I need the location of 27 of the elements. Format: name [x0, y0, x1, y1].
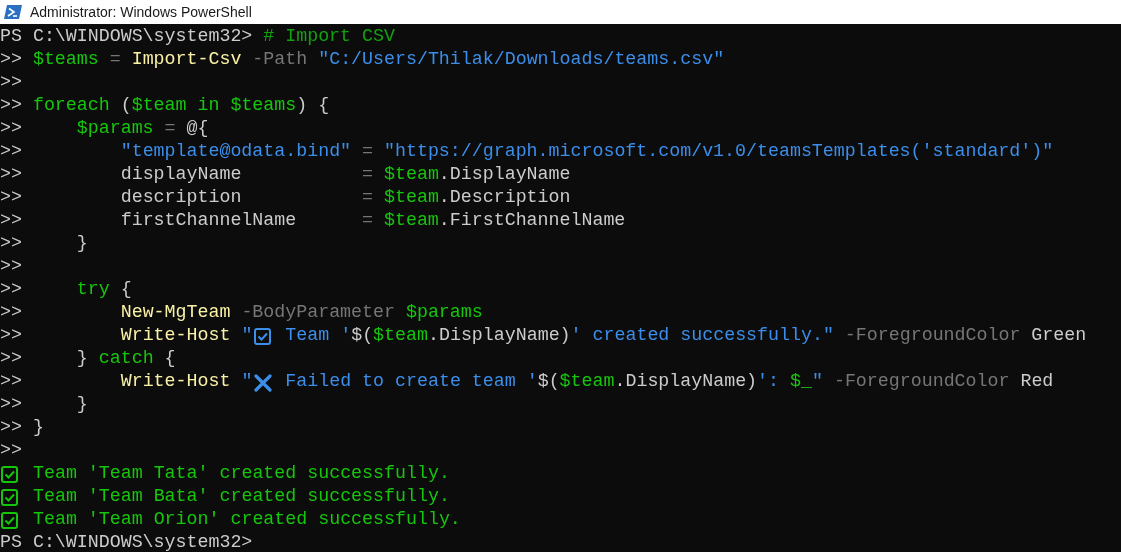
code-text: Team 'Team Orion' created successfully.	[31, 508, 461, 531]
code-text: >> try {	[0, 278, 132, 301]
code-text: >> description = $team.Description	[0, 186, 571, 209]
code-text: >> }	[0, 393, 88, 416]
code-text: >> foreach ($team in $teams) {	[0, 94, 330, 117]
code-text: Team 'Team Tata' created successfully.	[31, 462, 450, 485]
code-text: PS C:\WINDOWS\system32>	[0, 531, 253, 552]
code-text: >> } catch {	[0, 347, 176, 370]
code-text: >> }	[0, 232, 88, 255]
code-text: >>	[0, 439, 22, 462]
code-text: >>	[0, 255, 22, 278]
code-text: Failed to create team '$($team.DisplayName)': $_" -ForegroundColor Red	[284, 370, 1054, 393]
code-text: >> $teams = Import-Csv -Path "C:/Users/Thilak/Downloads/teams.csv"	[0, 48, 725, 71]
powershell-icon	[4, 4, 22, 20]
code-text: Team '$($team.DisplayName)' created successfully." -ForegroundColor Green	[284, 324, 1087, 347]
code-text: >> "template@odata.bind" = "https://graph.microsoft.com/v1.0/teamsTemplates('standard')"	[0, 140, 1054, 163]
code-text: PS C:\WINDOWS\system32> # Import CSV	[0, 25, 395, 48]
code-text: >> }	[0, 416, 44, 439]
code-text: >> $params = @{	[0, 117, 209, 140]
code-text: >> Write-Host "	[0, 324, 253, 347]
code-text: >> firstChannelName = $team.FirstChannelName	[0, 209, 626, 232]
code-text: >>	[0, 71, 22, 94]
code-text: >> displayName = $team.DisplayName	[0, 163, 571, 186]
window-title: Administrator: Windows PowerShell	[30, 4, 252, 20]
code-text: >> Write-Host "	[0, 370, 253, 393]
code-text: Team 'Team Bata' created successfully.	[31, 485, 450, 508]
code-text: >> New-MgTeam -BodyParameter $params	[0, 301, 483, 324]
